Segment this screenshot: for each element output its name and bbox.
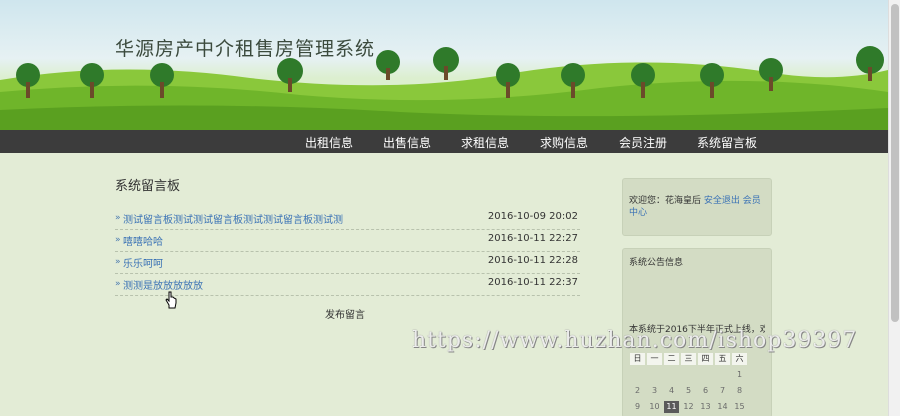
- message-date: 2016-10-11 22:27: [487, 233, 578, 244]
- notice-title: 系统公告信息: [629, 258, 684, 268]
- weekday: 五: [715, 353, 730, 365]
- calendar-day[interactable]: 8: [732, 385, 747, 397]
- message-link[interactable]: 嘻嘻哈哈: [123, 233, 163, 248]
- hand-cursor-icon: [165, 291, 177, 309]
- message-date: 2016-10-11 22:28: [487, 255, 578, 266]
- calendar-day[interactable]: 12: [681, 401, 696, 413]
- message-board: 系统留言板 » 测试留言板测试测试留言板测试测试留言板测试测 2016-10-0…: [115, 175, 580, 321]
- calendar-day[interactable]: 9: [630, 401, 645, 413]
- calendar-day[interactable]: 4: [664, 385, 679, 397]
- post-message-button[interactable]: 发布留言: [325, 306, 365, 321]
- weekday: 二: [664, 353, 679, 365]
- calendar-day[interactable]: 6: [698, 385, 713, 397]
- message-link[interactable]: 乐乐呵呵: [123, 255, 163, 270]
- message-row: » 乐乐呵呵 2016-10-11 22:28: [115, 252, 580, 274]
- calendar-day[interactable]: 5: [681, 385, 696, 397]
- calendar-day[interactable]: 14: [715, 401, 730, 413]
- calendar-day[interactable]: 13: [698, 401, 713, 413]
- nav-register[interactable]: 会员注册: [619, 134, 667, 151]
- weekday: 日: [630, 353, 645, 365]
- calendar-day[interactable]: 10: [647, 401, 662, 413]
- welcome-text: 欢迎您：花海皇后: [629, 196, 702, 206]
- calendar-day[interactable]: 15: [732, 401, 747, 413]
- calendar-day[interactable]: 2: [630, 385, 645, 397]
- nav-rent-out[interactable]: 出租信息: [305, 134, 353, 151]
- calendar-day[interactable]: [647, 369, 662, 381]
- message-row: » 测试留言板测试测试留言板测试测试留言板测试测 2016-10-09 20:0…: [115, 208, 580, 230]
- calendar-day[interactable]: [630, 369, 645, 381]
- message-link[interactable]: 测测是放放放放放: [123, 277, 203, 292]
- calendar: 日 一 二 三 四 五 六 1 2 3 4 5 6 7 8 9 10 11 12…: [630, 353, 747, 413]
- bullet-icon: »: [115, 235, 121, 245]
- nav-sale[interactable]: 出售信息: [383, 134, 431, 151]
- bullet-icon: »: [115, 257, 121, 267]
- weekday: 六: [732, 353, 747, 365]
- calendar-day[interactable]: [715, 369, 730, 381]
- message-date: 2016-10-09 20:02: [487, 211, 578, 222]
- scrollbar-thumb[interactable]: [891, 4, 899, 322]
- message-date: 2016-10-11 22:37: [487, 277, 578, 288]
- nav-seek-buy[interactable]: 求购信息: [540, 134, 588, 151]
- calendar-week: 2 3 4 5 6 7 8: [630, 385, 747, 397]
- nav-seek-rent[interactable]: 求租信息: [461, 134, 509, 151]
- calendar-day[interactable]: [681, 369, 696, 381]
- message-row: » 测测是放放放放放 2016-10-11 22:37: [115, 274, 580, 296]
- watermark: https://www.huzhan.com/ishop39397: [412, 328, 858, 353]
- calendar-day[interactable]: [664, 369, 679, 381]
- calendar-day[interactable]: 1: [732, 369, 747, 381]
- main-nav: 出租信息 出售信息 求租信息 求购信息 会员注册 系统留言板: [0, 130, 888, 153]
- calendar-week: 1: [630, 369, 747, 381]
- header-banner: 华源房产中介租售房管理系统: [0, 0, 888, 130]
- calendar-day[interactable]: 7: [715, 385, 730, 397]
- weekday: 四: [698, 353, 713, 365]
- site-title: 华源房产中介租售房管理系统: [115, 38, 376, 60]
- calendar-day[interactable]: 3: [647, 385, 662, 397]
- landscape-illustration: [0, 46, 888, 130]
- calendar-week: 9 10 11 12 13 14 15: [630, 401, 747, 413]
- message-row: » 嘻嘻哈哈 2016-10-11 22:27: [115, 230, 580, 252]
- weekday: 一: [647, 353, 662, 365]
- bullet-icon: »: [115, 279, 121, 289]
- vertical-scrollbar[interactable]: [888, 0, 900, 416]
- user-panel: 欢迎您：花海皇后 安全退出 会员中心: [622, 178, 772, 236]
- calendar-day-today[interactable]: 11: [664, 401, 679, 413]
- message-link[interactable]: 测试留言板测试测试留言板测试测试留言板测试测: [123, 211, 343, 226]
- bullet-icon: »: [115, 213, 121, 223]
- calendar-day[interactable]: [698, 369, 713, 381]
- nav-message-board[interactable]: 系统留言板: [697, 134, 757, 151]
- weekday: 三: [681, 353, 696, 365]
- section-title: 系统留言板: [115, 179, 181, 194]
- logout-link[interactable]: 安全退出: [704, 196, 740, 206]
- calendar-weekdays: 日 一 二 三 四 五 六: [630, 353, 747, 365]
